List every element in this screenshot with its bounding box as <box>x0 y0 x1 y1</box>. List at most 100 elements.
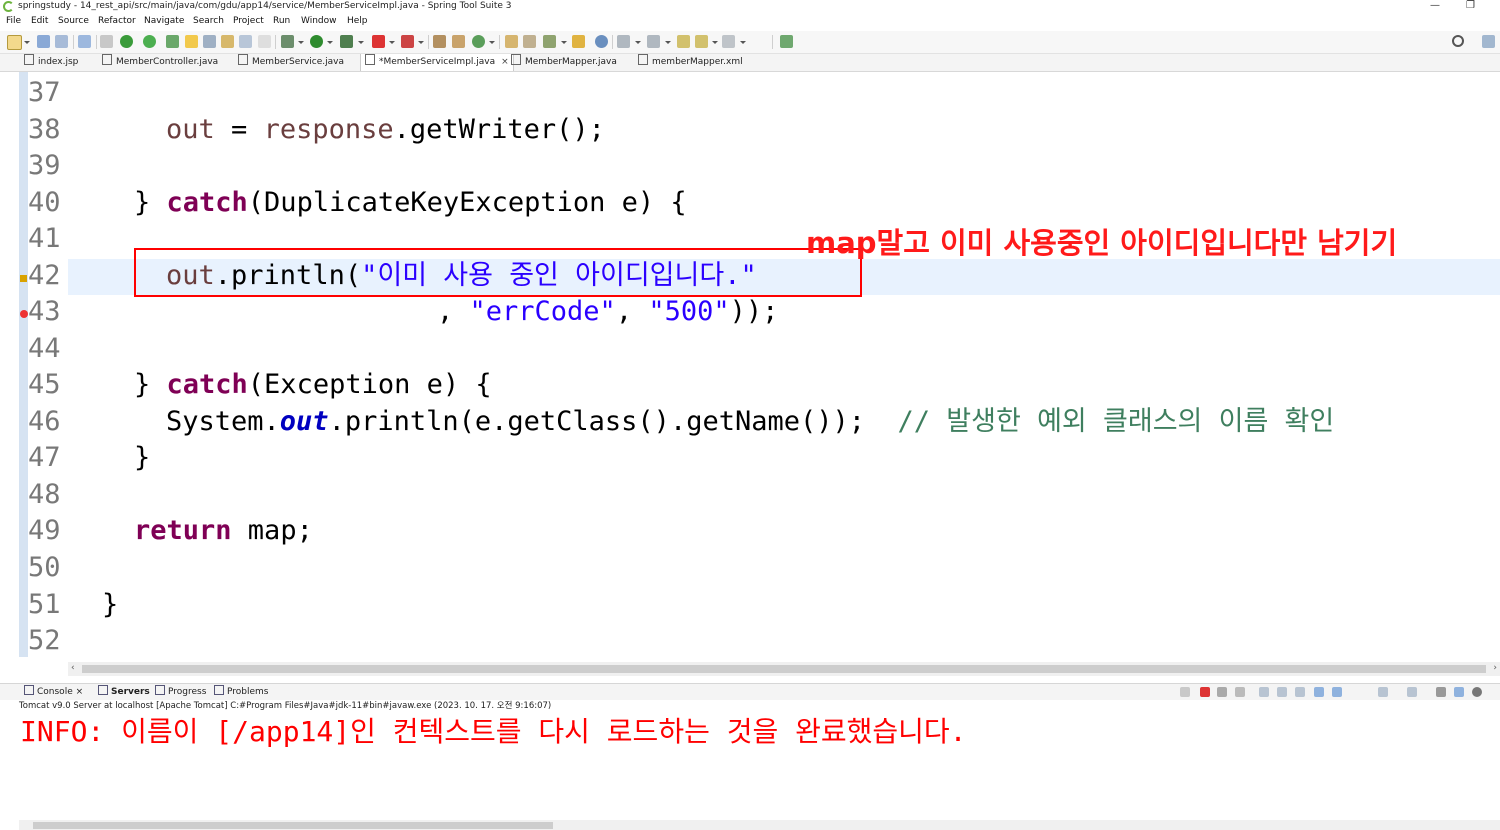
back-icon[interactable] <box>695 35 708 48</box>
save-all-icon[interactable] <box>55 35 68 48</box>
new-class-icon[interactable] <box>472 35 485 48</box>
run-icon[interactable] <box>310 35 323 48</box>
editor-horizontal-scrollbar[interactable]: ‹ › <box>68 662 1500 676</box>
tab-label: *MemberServiceImpl.java <box>379 57 496 67</box>
code-token: } <box>134 187 167 218</box>
menu-window[interactable]: Window <box>301 15 337 28</box>
highlight-icon[interactable] <box>185 35 198 48</box>
block-select-icon[interactable] <box>221 35 234 48</box>
paragraph-icon[interactable] <box>258 35 271 48</box>
word-wrap-icon[interactable] <box>1277 687 1287 697</box>
restart-icon[interactable] <box>143 35 156 48</box>
external-tools-icon[interactable] <box>340 35 353 48</box>
terminate-icon[interactable] <box>401 35 414 48</box>
tab-member-service-impl[interactable]: *MemberServiceImpl.java × <box>360 54 514 71</box>
menu-file[interactable]: File <box>6 15 21 28</box>
code-token: } <box>134 369 167 400</box>
tab-progress[interactable]: Progress <box>155 685 206 699</box>
title-bar: springstudy - 14_rest_api/src/main/java/… <box>0 0 1500 14</box>
tab-member-mapper-xml[interactable]: memberMapper.xml <box>638 54 743 71</box>
next-annotation-icon[interactable] <box>617 35 630 48</box>
open-type-icon[interactable] <box>505 35 518 48</box>
menu-help[interactable]: Help <box>347 15 368 28</box>
tab-member-service[interactable]: MemberService.java <box>238 54 344 71</box>
tab-label: Problems <box>227 687 269 697</box>
terminate-console-icon[interactable] <box>1200 687 1210 697</box>
java-file-icon <box>511 54 521 65</box>
java-file-icon <box>102 54 112 65</box>
menu-refactor[interactable]: Refactor <box>98 15 136 28</box>
new-java-project-icon[interactable] <box>433 35 446 48</box>
show-stdout-icon[interactable] <box>1295 687 1305 697</box>
tab-console[interactable]: Console × <box>24 685 83 699</box>
code-token: (Exception e) { <box>247 369 492 400</box>
menu-edit[interactable]: Edit <box>31 15 48 28</box>
prev-annotation-icon[interactable] <box>647 35 660 48</box>
scrollbar-thumb[interactable] <box>33 822 553 829</box>
tab-member-controller[interactable]: MemberController.java <box>102 54 218 71</box>
clear-console-icon[interactable] <box>1180 687 1190 697</box>
code-editor[interactable]: 37 38 39 40 41 42 43 44 45 46 47 48 49 5… <box>0 72 1500 662</box>
close-tab-icon[interactable]: × <box>76 687 84 697</box>
tab-label: memberMapper.xml <box>652 57 743 67</box>
line-number: 45 <box>28 369 61 400</box>
new-dropdown-icon[interactable] <box>24 41 30 44</box>
last-edit-icon[interactable] <box>677 35 690 48</box>
scroll-right-icon[interactable]: › <box>1493 663 1497 673</box>
remove-all-icon[interactable] <box>1235 687 1245 697</box>
close-tab-icon[interactable]: × <box>501 57 509 67</box>
line-number: 47 <box>28 442 61 473</box>
new-package-icon[interactable] <box>452 35 465 48</box>
minimize-button[interactable]: — <box>1430 0 1440 12</box>
code-line-43: , "errCode", "500")); <box>437 297 778 327</box>
scrollbar-thumb[interactable] <box>82 665 1486 673</box>
menu-run[interactable]: Run <box>273 15 290 28</box>
gear-icon[interactable] <box>1472 687 1482 697</box>
show-whitespace-icon[interactable] <box>239 35 252 48</box>
open-console-icon[interactable] <box>78 35 91 48</box>
pin-console-icon[interactable] <box>1332 687 1342 697</box>
start-server-icon[interactable] <box>120 35 133 48</box>
debug-icon[interactable] <box>281 35 294 48</box>
open-console-icon[interactable] <box>1407 687 1417 697</box>
warning-marker-icon[interactable] <box>20 275 27 282</box>
show-stderr-icon[interactable] <box>1314 687 1324 697</box>
tab-index-jsp[interactable]: index.jsp <box>24 54 78 71</box>
menu-project[interactable]: Project <box>233 15 264 28</box>
toggle-mark-icon[interactable] <box>203 35 216 48</box>
display-console-icon[interactable] <box>1378 687 1388 697</box>
code-line-51: } <box>102 590 118 620</box>
save-icon[interactable] <box>37 35 50 48</box>
skip-breakpoints-icon[interactable] <box>100 35 113 48</box>
tab-servers[interactable]: Servers <box>98 685 150 699</box>
pin-editor-icon[interactable] <box>780 35 793 48</box>
error-marker-icon[interactable] <box>20 310 28 318</box>
open-task-icon[interactable] <box>523 35 536 48</box>
stop-icon[interactable] <box>372 35 385 48</box>
menu-bar: File Edit Source Refactor Navigate Searc… <box>0 14 1500 30</box>
globe-icon[interactable] <box>595 35 608 48</box>
menu-source[interactable]: Source <box>58 15 89 28</box>
scroll-left-icon[interactable]: ‹ <box>71 663 75 673</box>
spring-icon[interactable] <box>166 35 179 48</box>
menu-search[interactable]: Search <box>193 15 224 28</box>
code-token: } <box>102 589 119 620</box>
scroll-lock-icon[interactable] <box>1259 687 1269 697</box>
search-icon[interactable] <box>1452 35 1464 47</box>
code-token: .println(e.getClass().getName()); <box>328 406 898 437</box>
console-horizontal-scrollbar[interactable] <box>19 820 1500 830</box>
minimize-panel-icon[interactable] <box>1436 687 1446 697</box>
search-tool-icon[interactable] <box>543 35 556 48</box>
java-file-icon <box>238 54 248 65</box>
tab-member-mapper-java[interactable]: MemberMapper.java <box>511 54 617 71</box>
code-token: )); <box>729 296 779 327</box>
tab-problems[interactable]: Problems <box>214 685 268 699</box>
annotation-icon[interactable] <box>572 35 585 48</box>
menu-navigate[interactable]: Navigate <box>144 15 184 28</box>
maximize-panel-icon[interactable] <box>1454 687 1464 697</box>
forward-icon[interactable] <box>722 35 735 48</box>
new-icon[interactable] <box>7 35 22 50</box>
perspective-icon[interactable] <box>1482 35 1495 48</box>
restore-button[interactable]: ❐ <box>1466 0 1475 12</box>
remove-launch-icon[interactable] <box>1217 687 1227 697</box>
